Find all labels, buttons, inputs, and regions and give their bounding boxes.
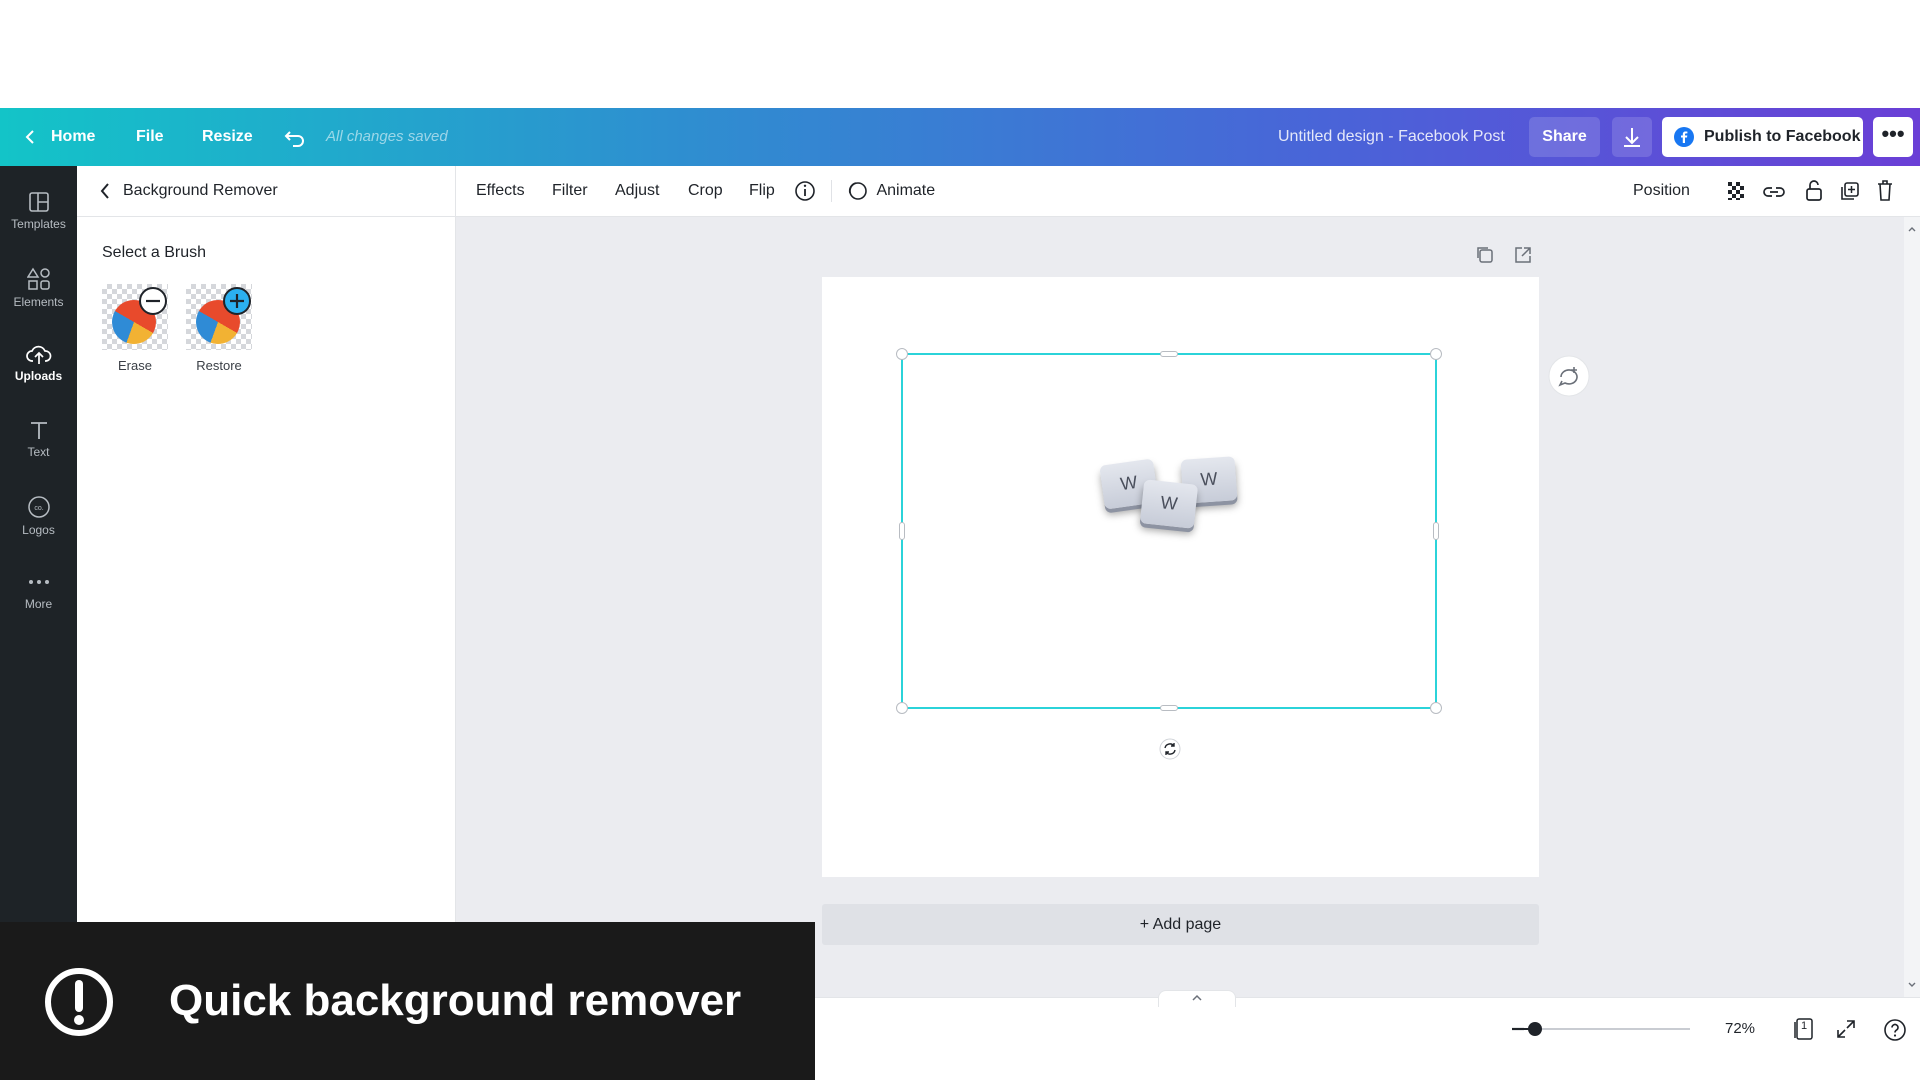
scroll-down-icon[interactable] [1904,977,1920,993]
rail-item-templates[interactable]: Templates [0,177,77,247]
rail-item-elements[interactable]: Elements [0,253,77,323]
share-button[interactable]: Share [1529,117,1600,157]
animate-icon [848,182,867,200]
rail-label-text: Text [27,445,50,459]
minus-circle-icon [139,287,167,315]
rail-item-logos[interactable]: co. Logos [0,481,77,551]
chevron-up-icon [1192,994,1202,1001]
page-count-button[interactable]: 1 [1792,1016,1816,1047]
notes-toggle[interactable] [1158,990,1236,1007]
rail-item-more[interactable]: More [0,557,77,627]
more-dots-icon [28,580,49,584]
templates-icon [28,192,49,212]
more-options-button[interactable]: ••• [1873,117,1913,157]
lock-icon[interactable] [1804,166,1824,216]
resize-handle-right[interactable] [1433,522,1439,540]
upload-cloud-icon [25,345,51,364]
home-button[interactable]: Home [51,108,95,166]
scroll-up-icon[interactable] [1904,221,1920,237]
zoom-slider-thumb[interactable] [1528,1022,1542,1036]
restore-brush-option[interactable]: Restore [186,284,254,374]
caption-banner: Quick background remover [0,922,815,1080]
elements-icon [26,267,50,290]
transparency-icon[interactable] [1726,166,1748,216]
rail-item-text[interactable]: Text [0,405,77,475]
rotate-icon[interactable] [1159,738,1181,765]
trash-icon[interactable] [1875,166,1895,216]
share-page-icon[interactable] [1513,245,1533,270]
design-title[interactable]: Untitled design - Facebook Post [1278,108,1505,166]
erase-label: Erase [118,358,152,373]
publish-label: Publish to Facebook [1704,128,1861,145]
info-icon[interactable] [794,166,816,216]
editor-toolbar: Effects Filter Adjust Crop Flip Animate … [456,166,1920,217]
caption-text: Quick background remover [169,976,742,1025]
panel-title: Background Remover [123,182,278,199]
zoom-slider[interactable] [1522,1022,1690,1036]
text-icon [30,422,47,439]
adjust-button[interactable]: Adjust [615,166,659,216]
crop-button[interactable]: Crop [688,166,723,216]
resize-handle-left[interactable] [899,522,905,540]
zoom-out-icon[interactable] [1510,1019,1526,1044]
erase-brush-option[interactable]: Erase [102,284,170,374]
add-page-button[interactable]: + Add page [822,904,1539,945]
brush-section-heading: Select a Brush [102,244,207,261]
page-count: 1 [1801,1020,1808,1032]
svg-text:co.: co. [34,505,43,512]
logos-icon: co. [27,496,50,518]
selection-box[interactable] [896,348,1442,714]
duplicate-icon[interactable] [1839,166,1861,216]
top-bar: Home File Resize All changes saved Untit… [0,108,1920,166]
resize-handle-bottom-right[interactable] [1430,702,1442,714]
back-chevron-icon[interactable] [24,108,36,166]
vertical-scrollbar[interactable] [1904,217,1920,997]
publish-to-facebook-button[interactable]: Publish to Facebook [1662,117,1863,157]
alert-icon [44,967,114,1042]
facebook-icon [1674,127,1694,147]
download-icon [1624,128,1640,147]
rail-label-more: More [24,597,53,611]
resize-button[interactable]: Resize [202,108,253,166]
erase-thumbnail [102,284,168,350]
add-comment-icon[interactable] [1548,355,1590,402]
animate-label: Animate [876,182,936,199]
link-icon[interactable] [1762,166,1786,216]
rail-item-uploads[interactable]: Uploads [0,329,77,399]
filter-button[interactable]: Filter [552,166,588,216]
resize-handle-bottom-left[interactable] [896,702,908,714]
help-icon[interactable] [1883,1018,1907,1047]
rail-label-elements: Elements [13,295,64,309]
fullscreen-icon[interactable] [1835,1018,1857,1045]
left-rail: Templates Elements Uploads Text co. Logo… [0,166,77,923]
plus-circle-icon [223,287,251,315]
background-remover-panel: Background Remover Select a Brush Erase … [77,166,456,923]
resize-handle-top-left[interactable] [896,348,908,360]
rail-label-uploads: Uploads [14,369,63,383]
zoom-level[interactable]: 72% [1725,998,1755,1060]
save-status: All changes saved [326,128,448,145]
file-menu[interactable]: File [136,108,164,166]
back-chevron-icon[interactable] [99,182,111,205]
toolbar-divider [831,180,832,202]
download-button[interactable] [1612,117,1652,157]
resize-handle-top-right[interactable] [1430,348,1442,360]
restore-label: Restore [196,358,242,373]
resize-handle-bottom[interactable] [1160,705,1178,711]
rail-label-templates: Templates [11,217,66,231]
rail-label-logos: Logos [22,523,55,537]
animate-button[interactable]: Animate [846,166,935,216]
resize-handle-top[interactable] [1160,351,1178,357]
duplicate-page-icon[interactable] [1475,245,1495,270]
flip-button[interactable]: Flip [749,166,775,216]
undo-icon[interactable] [284,108,306,166]
panel-header: Background Remover [77,166,455,217]
effects-button[interactable]: Effects [476,166,525,216]
position-button[interactable]: Position [1633,166,1690,216]
restore-thumbnail [186,284,252,350]
